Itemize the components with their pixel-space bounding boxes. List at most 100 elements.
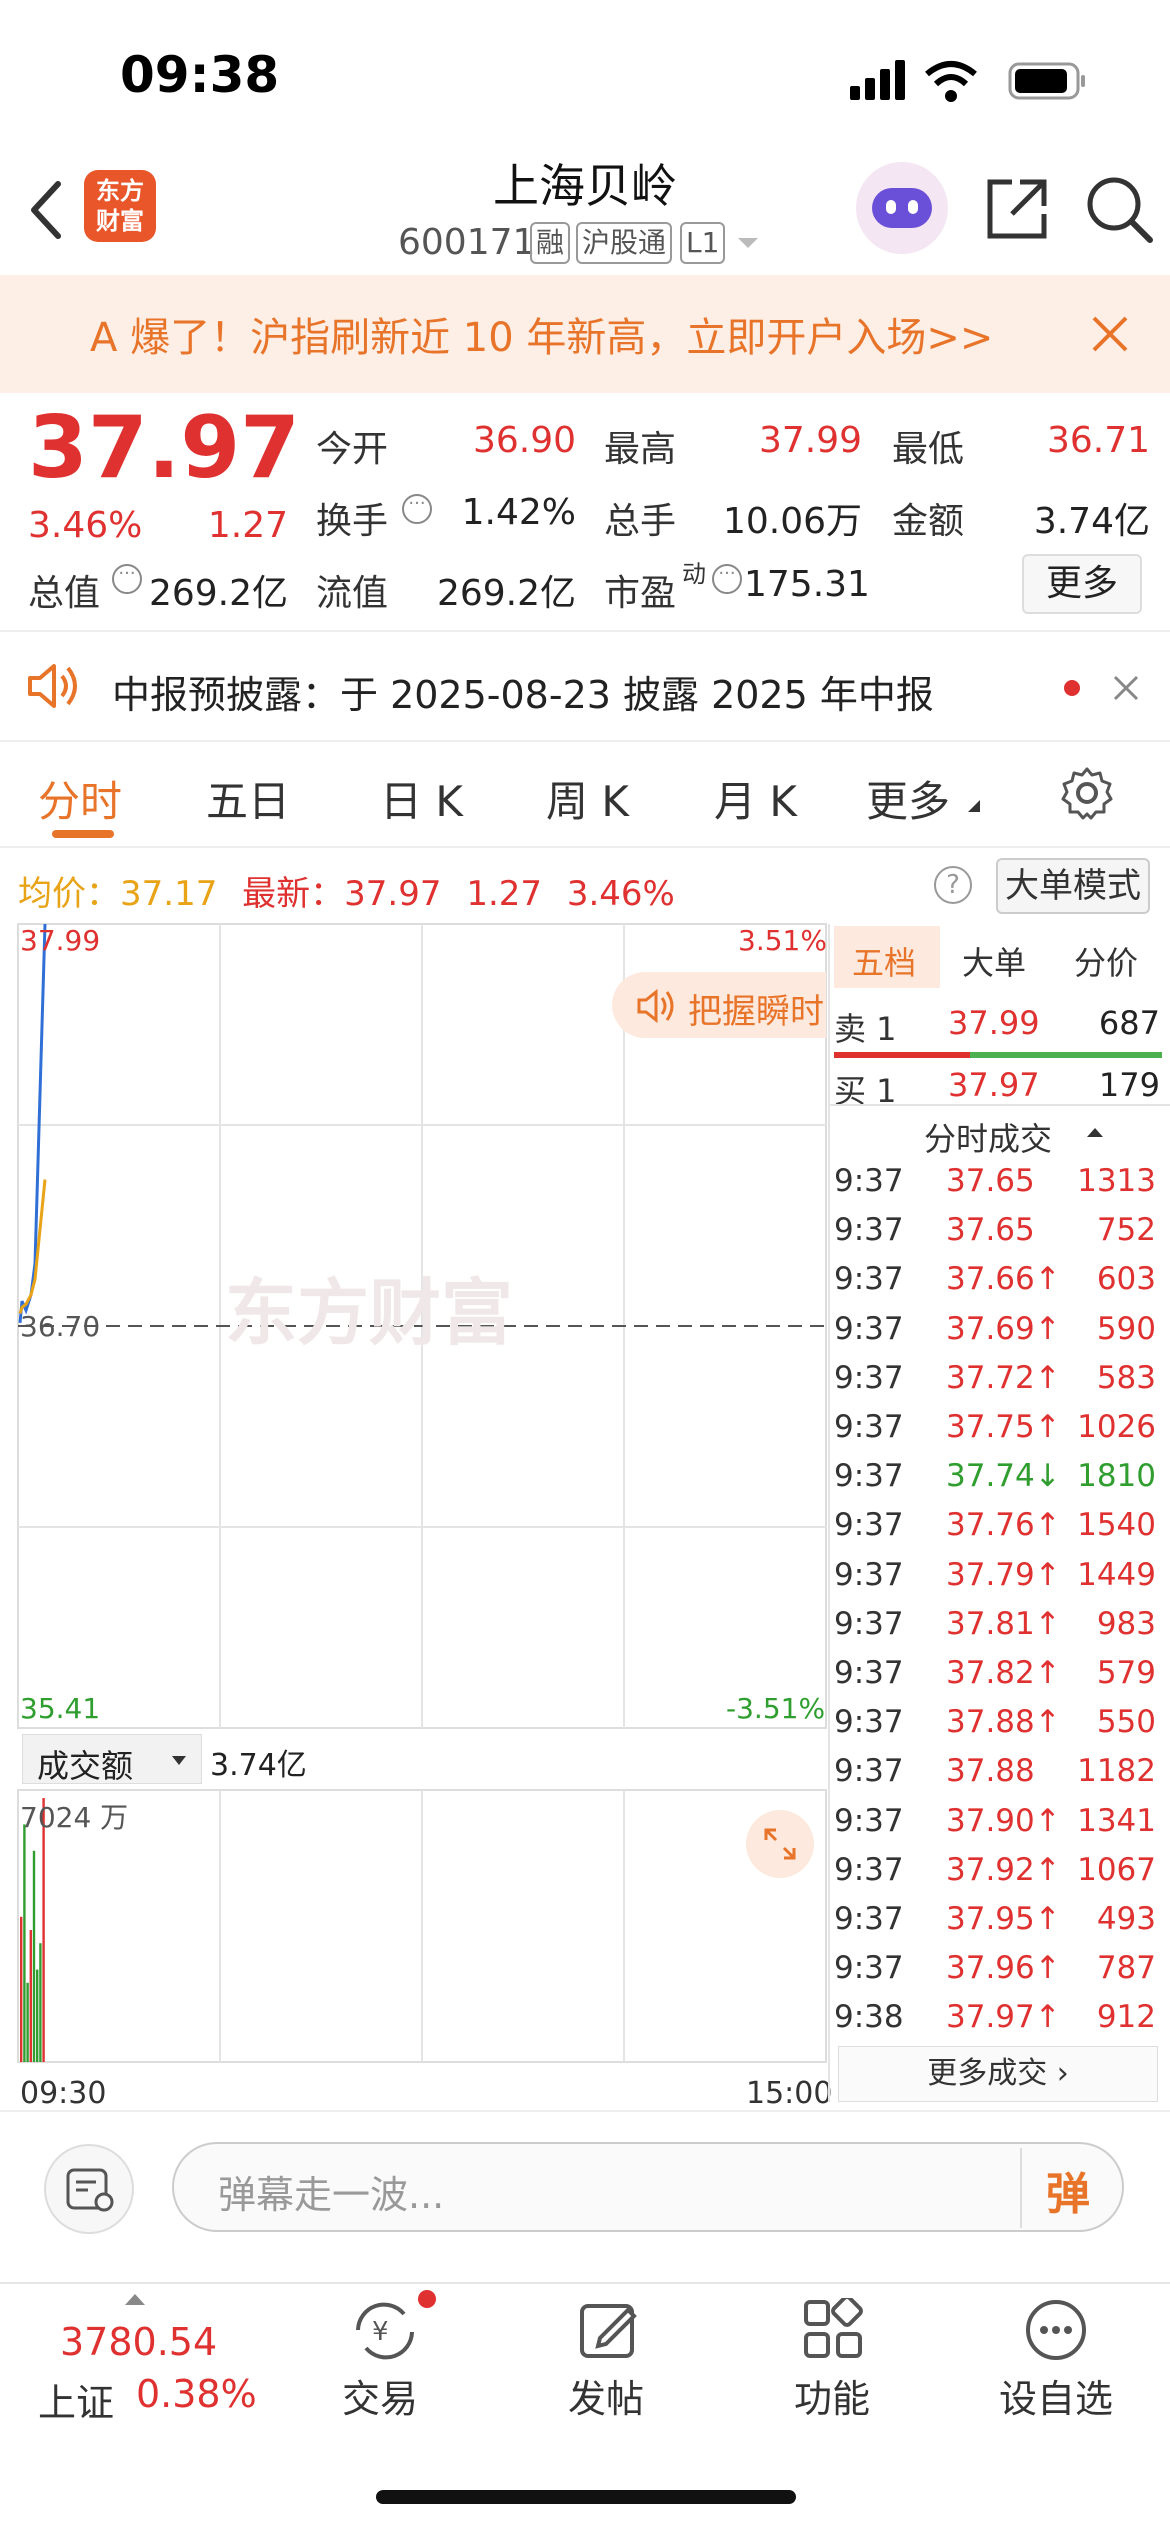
float-cap-value: 269.2亿	[436, 573, 576, 614]
time-start-label: 09:30	[20, 2076, 107, 2111]
trade-price: 37.82↑	[946, 1655, 1061, 1691]
trade-price: 37.95↑	[946, 1901, 1061, 1937]
trade-row: 9:37 37.74↓ 1810	[834, 1450, 1164, 1499]
trade-icon[interactable]: ¥	[350, 2300, 420, 2362]
trade-price: 37.65	[946, 1212, 1035, 1249]
caret-icon	[968, 800, 980, 812]
tab-intraday[interactable]: 分时	[38, 768, 122, 829]
trade-volume: 1182	[1077, 1753, 1156, 1790]
more-trades-button[interactable]: 更多成交 ›	[838, 2046, 1158, 2102]
buy1-price: 37.97	[948, 1066, 1040, 1104]
signal-icon	[850, 60, 905, 100]
tab-five-day[interactable]: 五日	[206, 768, 290, 829]
trade-price: 37.97↑	[946, 1999, 1061, 2036]
promo-banner-text[interactable]: A 爆了！沪指刷新近 10 年新高，立即开户入场>>	[90, 305, 993, 363]
time-end-label: 15:00	[746, 2076, 833, 2111]
volume-total: 3.74亿	[210, 1748, 307, 1783]
trade-price: 37.66↑	[946, 1261, 1061, 1298]
trade-price: 37.79↑	[946, 1556, 1061, 1593]
battery-icon	[1008, 62, 1085, 100]
pe-label: 市盈	[604, 573, 677, 614]
tag-margin: 融	[530, 222, 571, 264]
nav-trade[interactable]: 交易	[300, 2368, 460, 2423]
more-button[interactable]: 更多	[1022, 554, 1142, 614]
open-value: 36.90	[472, 420, 576, 461]
pct-max-label: 3.51%	[738, 924, 827, 957]
volume-selector[interactable]: 成交额	[22, 1734, 202, 1785]
ob-tab-price[interactable]: 分价	[1074, 938, 1138, 984]
caret-down-icon[interactable]	[736, 236, 760, 252]
trade-volume: 787	[1096, 1950, 1156, 1987]
trade-time: 9:37	[834, 1851, 904, 1888]
danmu-send-button[interactable]: 弹	[1046, 2158, 1090, 2222]
trade-price: 37.88↑	[946, 1704, 1061, 1741]
trade-time: 9:37	[834, 1753, 904, 1790]
nav-functions[interactable]: 功能	[752, 2368, 912, 2423]
index-value[interactable]: 3780.54	[60, 2320, 217, 2364]
volume-bar	[42, 1798, 45, 2062]
gear-icon[interactable]	[1060, 766, 1114, 820]
trade-row: 9:37 37.65 1313	[834, 1155, 1164, 1204]
open-label: 今开	[316, 429, 389, 470]
danmu-toggle[interactable]	[44, 2144, 134, 2234]
index-name[interactable]: 上证	[38, 2372, 114, 2427]
trade-price: 37.75↑	[946, 1409, 1061, 1445]
divider	[828, 1104, 1170, 1106]
tab-daily-k[interactable]: 日 K	[380, 768, 463, 829]
caret-up-icon	[1087, 1128, 1103, 1137]
trade-time: 9:37	[834, 1359, 904, 1396]
caret-up-icon	[125, 2294, 145, 2305]
ob-tab-big[interactable]: 大单	[962, 938, 1026, 984]
danmu-placeholder: 弹幕走一波...	[218, 2173, 445, 2217]
trade-price: 37.88	[946, 1753, 1035, 1790]
big-order-mode-button[interactable]: 大单模式	[996, 858, 1150, 914]
amount-label: 金额	[892, 501, 965, 542]
trade-volume: 1067	[1077, 1851, 1156, 1888]
post-icon[interactable]	[578, 2298, 640, 2360]
volume-bar	[20, 1916, 23, 2062]
trade-volume: 550	[1096, 1704, 1156, 1741]
expand-button[interactable]	[746, 1810, 814, 1878]
grid-apps-icon[interactable]	[802, 2298, 864, 2360]
buy1-volume: 179	[1098, 1066, 1160, 1104]
promo-pill[interactable]: 把握瞬时	[612, 972, 826, 1038]
more-circle-icon[interactable]	[1024, 2298, 1088, 2362]
help-icon[interactable]: ?	[934, 866, 972, 904]
divider	[0, 630, 1170, 632]
y-min-label: 35.41	[20, 1692, 101, 1725]
trade-price: 37.65	[946, 1163, 1035, 1199]
close-icon[interactable]	[1112, 674, 1140, 702]
nav-add-watchlist[interactable]: 设自选	[976, 2368, 1136, 2423]
info-dots-icon[interactable]: ···	[112, 564, 142, 594]
info-dots-icon[interactable]: ···	[712, 564, 742, 594]
bid-ask-bar-sell	[834, 1052, 970, 1058]
ob-tab-five[interactable]: 五档	[852, 938, 916, 984]
trade-volume: 1810	[1077, 1458, 1156, 1495]
trade-time: 9:37	[834, 1261, 904, 1298]
change-amount: 1.27	[207, 505, 288, 546]
trade-time: 9:37	[834, 1212, 904, 1249]
trade-volume: 583	[1096, 1359, 1156, 1396]
trade-price: 37.74↓	[946, 1458, 1061, 1495]
index-pct[interactable]: 0.38%	[136, 2372, 257, 2416]
trade-time: 9:37	[834, 1802, 904, 1839]
trade-row: 9:37 37.82↑ 579	[834, 1647, 1164, 1696]
info-dots-icon[interactable]: ···	[402, 494, 432, 524]
pe-value: 175.31	[744, 564, 870, 605]
tab-weekly-k[interactable]: 周 K	[546, 768, 629, 829]
y-ref-label: 36.70	[20, 1310, 101, 1343]
close-icon[interactable]	[1090, 314, 1130, 354]
more-trades-label: 更多成交	[927, 2056, 1048, 2091]
trade-row: 9:37 37.92↑ 1067	[834, 1844, 1164, 1893]
divider	[828, 924, 830, 2102]
wifi-icon	[925, 61, 977, 102]
sell1-volume: 687	[1098, 1004, 1160, 1042]
tab-more[interactable]: 更多	[866, 768, 950, 829]
trades-header[interactable]: 分时成交	[924, 1114, 1052, 1160]
tab-monthly-k[interactable]: 月 K	[714, 768, 797, 829]
trade-price: 37.72↑	[946, 1359, 1061, 1396]
nav-post[interactable]: 发帖	[526, 2368, 686, 2423]
intraday-chart[interactable]: 东方财富	[0, 920, 830, 2115]
danmu-input[interactable]: 弹幕走一波... 弹	[172, 2142, 1124, 2232]
notice-text[interactable]: 中报预披露：于 2025-08-23 披露 2025 年中报	[112, 664, 934, 719]
